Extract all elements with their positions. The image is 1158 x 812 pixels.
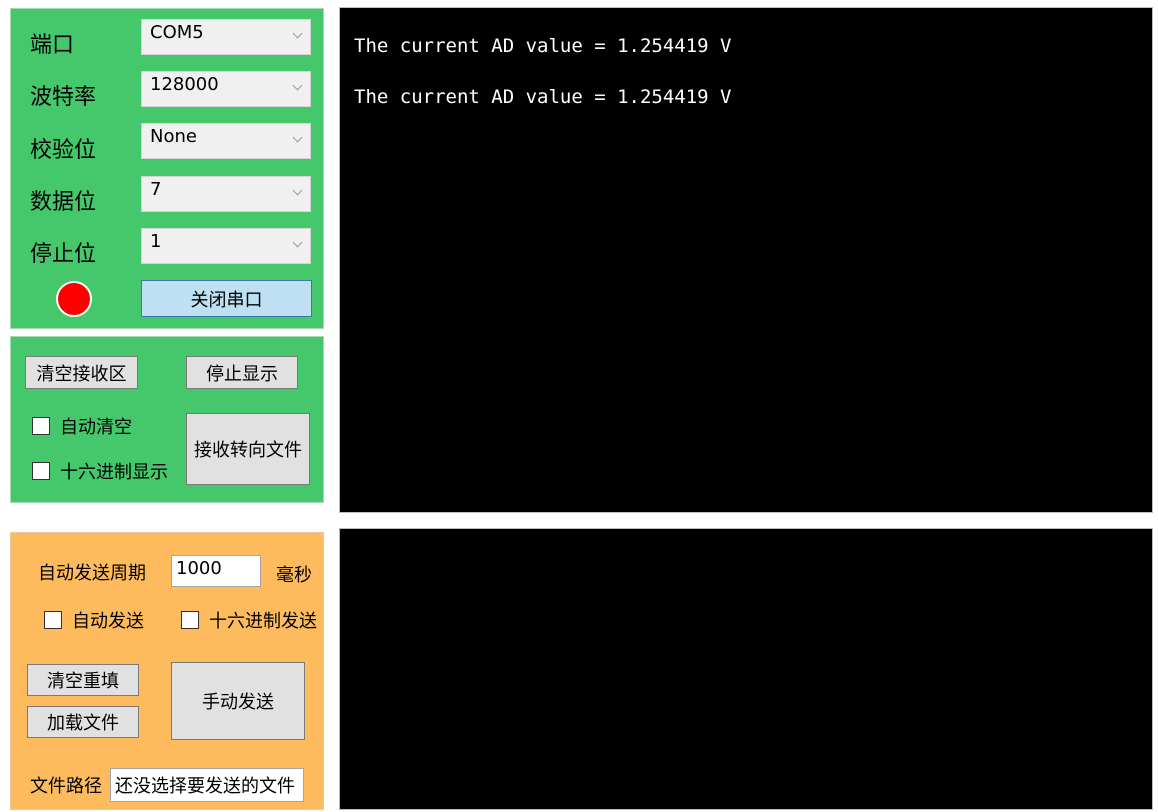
clear-receive-button[interactable]: 清空接收区 [25,356,138,389]
file-path-input[interactable]: 还没选择要发送的文件 [110,768,304,802]
stopbits-label: 停止位 [30,242,97,267]
chevron-down-icon [292,132,303,143]
receive-line: The current AD value = 1.254419 V [354,35,732,57]
send-period-label: 自动发送周期 [38,563,146,584]
chevron-down-icon [292,185,303,196]
parity-label: 校验位 [30,138,97,163]
port-select[interactable]: COM5 [141,19,311,55]
toggle-port-button[interactable]: 关闭串口 [141,280,312,317]
clear-refill-button[interactable]: 清空重填 [27,664,139,696]
stopbits-value: 1 [150,231,162,252]
databits-value: 7 [150,179,162,200]
receive-terminal[interactable]: The current AD value = 1.254419 V The cu… [339,7,1153,513]
port-status-indicator [56,281,92,317]
chevron-down-icon [292,237,303,248]
hex-send-checkbox[interactable] [181,611,199,629]
send-period-input[interactable]: 1000 [171,555,261,587]
receive-line: The current AD value = 1.254419 V [354,86,732,108]
chevron-down-icon [292,80,303,91]
receive-to-file-button[interactable]: 接收转向文件 [186,413,310,485]
send-input-area[interactable] [339,528,1153,810]
hex-send-option[interactable]: 十六进制发送 [181,607,317,633]
stop-display-button[interactable]: 停止显示 [186,356,298,389]
port-value: COM5 [150,22,204,43]
auto-send-option[interactable]: 自动发送 [44,607,144,633]
hex-send-label: 十六进制发送 [209,611,317,632]
auto-send-label: 自动发送 [72,611,144,632]
auto-clear-option[interactable]: 自动清空 [32,413,132,439]
baud-select[interactable]: 128000 [141,71,311,107]
hex-display-label: 十六进制显示 [60,462,168,483]
hex-display-option[interactable]: 十六进制显示 [32,458,168,484]
chevron-down-icon [292,28,303,39]
load-file-button[interactable]: 加载文件 [27,706,139,738]
manual-send-button[interactable]: 手动发送 [171,662,305,740]
baud-label: 波特率 [30,85,97,110]
stopbits-select[interactable]: 1 [141,228,311,264]
auto-send-checkbox[interactable] [44,611,62,629]
parity-select[interactable]: None [141,123,311,159]
receive-options-panel: 清空接收区 停止显示 自动清空 十六进制显示 接收转向文件 [10,336,324,503]
parity-value: None [150,126,197,147]
auto-clear-label: 自动清空 [60,417,132,438]
baud-value: 128000 [150,74,219,95]
databits-select[interactable]: 7 [141,176,311,212]
hex-display-checkbox[interactable] [32,462,50,480]
serial-settings-panel: 端口 COM5 波特率 128000 校验位 None 数据位 7 停止位 1 … [10,8,324,329]
auto-clear-checkbox[interactable] [32,417,50,435]
port-label: 端口 [30,33,75,58]
databits-label: 数据位 [30,190,97,215]
send-options-panel: 自动发送周期 1000 毫秒 自动发送 十六进制发送 清空重填 加载文件 手动发… [10,532,324,810]
send-period-unit: 毫秒 [276,565,312,586]
file-path-label: 文件路径 [30,776,102,797]
